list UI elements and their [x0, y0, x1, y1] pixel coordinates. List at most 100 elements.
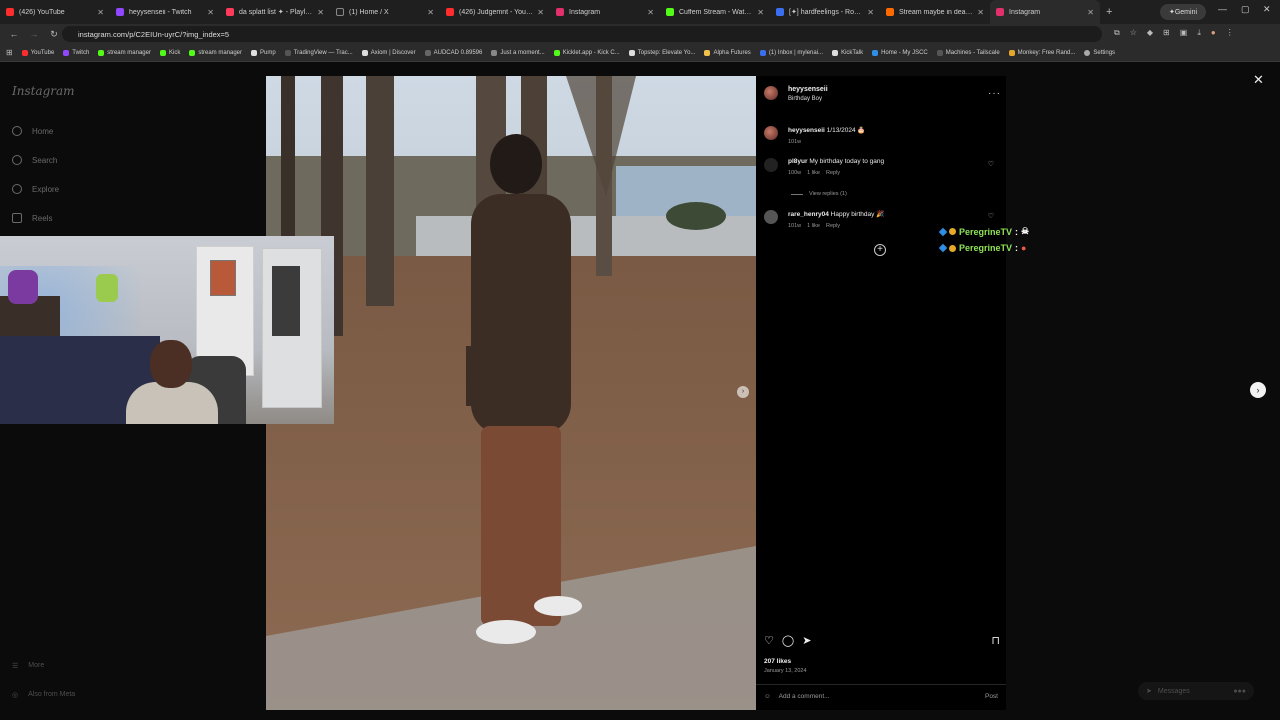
comment-likes[interactable]: 1 like — [807, 170, 820, 176]
heart-icon[interactable]: ♡ — [988, 212, 994, 220]
bookmark-label: KickTalk — [841, 49, 864, 56]
share-icon[interactable]: ➤ — [802, 634, 811, 647]
bookmark-item[interactable]: Pump — [251, 49, 276, 56]
comment-username[interactable]: rare_henry04 — [788, 211, 829, 218]
bookmark-star-icon[interactable]: ☆ — [1130, 28, 1137, 38]
bookmark-item[interactable]: YouTube — [21, 49, 54, 56]
bookmark-item[interactable]: Machines - Tailscale — [936, 49, 1000, 56]
load-more-comments-icon[interactable]: + — [874, 244, 886, 256]
sidebar-icon[interactable]: ▣ — [1180, 28, 1188, 38]
post-comment-button[interactable]: Post — [985, 693, 998, 700]
sidebar-item-home[interactable]: Home — [12, 126, 53, 136]
avatar[interactable] — [764, 86, 778, 100]
bookmark-label: stream manager — [198, 49, 243, 56]
close-tab-icon[interactable]: ✕ — [427, 8, 434, 17]
bookmark-item[interactable]: Kick — [159, 49, 180, 56]
likes-count[interactable]: 207 likes — [764, 658, 791, 665]
browser-tab[interactable]: heyysenseii - Twitch ✕ — [110, 0, 220, 24]
avatar[interactable] — [764, 210, 778, 224]
comment-likes[interactable]: 1 like — [807, 223, 820, 229]
forward-icon[interactable]: → — [28, 29, 40, 39]
post-username[interactable]: heyysenseii — [788, 86, 828, 93]
avatar[interactable] — [764, 126, 778, 140]
messages-button[interactable]: ➤ Messages ●●● — [1138, 682, 1254, 700]
close-modal-icon[interactable]: ✕ — [1253, 72, 1264, 88]
reload-icon[interactable]: ↻ — [48, 29, 60, 40]
bookmark-label: Settings — [1093, 49, 1116, 56]
close-tab-icon[interactable]: ✕ — [537, 8, 544, 17]
bookmark-item[interactable]: Monkey: Free Rand... — [1008, 49, 1075, 56]
bookmark-item[interactable]: stream manager — [98, 49, 151, 56]
close-tab-icon[interactable]: ✕ — [647, 8, 654, 17]
like-heart-icon[interactable]: ♡ — [764, 634, 774, 647]
minimize-icon[interactable]: — — [1218, 4, 1227, 14]
bookmark-item[interactable]: AUDCAD 0.89596 — [424, 49, 482, 56]
bookmark-item[interactable]: Topstep: Elevate Yo... — [628, 49, 695, 56]
bookmark-item[interactable]: Twitch — [63, 49, 89, 56]
browser-tab[interactable]: (426) YouTube ✕ — [0, 0, 110, 24]
gemini-button[interactable]: ✦ Gemini — [1160, 4, 1206, 20]
reply-button[interactable]: Reply — [826, 223, 840, 229]
post-location[interactable]: Birthday Boy — [788, 96, 828, 102]
install-icon[interactable]: ⧉ — [1114, 28, 1120, 38]
sidebar-item-explore[interactable]: Explore — [12, 184, 59, 194]
browser-tab[interactable]: Instagram ✕ — [550, 0, 660, 24]
extension-icon[interactable]: ◆ — [1147, 28, 1153, 38]
comment-input[interactable]: Add a comment... — [779, 693, 977, 700]
emoji-icon[interactable]: ☺ — [764, 693, 771, 700]
sidebar-item-also-from-meta[interactable]: ◎ Also from Meta — [12, 691, 75, 699]
bookmark-item[interactable]: (1) Inbox | mylenai... — [759, 49, 823, 56]
caption-username[interactable]: heyysenseii — [788, 127, 825, 134]
bookmark-item[interactable]: Kicklet.app - Kick C... — [553, 49, 620, 56]
address-toolbar: ← → ↻ instagram.com/p/C2EIUn-uyrC/?img_i… — [0, 24, 1280, 44]
view-replies-button[interactable]: View replies (1) — [791, 191, 847, 197]
browser-tab[interactable]: Cuffem Stream - Watch Live ✕ — [660, 0, 770, 24]
bookmark-item[interactable]: Home - My JSCC — [872, 49, 928, 56]
browser-menu-icon[interactable]: ⋮ — [1226, 28, 1234, 38]
sidebar-item-reels[interactable]: Reels — [12, 213, 52, 223]
new-tab-icon[interactable]: + — [1106, 6, 1112, 18]
instagram-logo[interactable]: Instagram — [12, 84, 75, 98]
reply-button[interactable]: Reply — [826, 170, 840, 176]
puzzle-icon[interactable]: ⊞ — [1163, 28, 1170, 38]
bookmark-item[interactable]: Settings — [1084, 49, 1116, 56]
url-field[interactable]: instagram.com/p/C2EIUn-uyrC/?img_index=5 — [62, 26, 1102, 42]
window-close-icon[interactable]: ✕ — [1263, 4, 1271, 15]
bookmark-favicon-icon — [424, 49, 431, 56]
bookmark-item[interactable]: Axiom | Discover — [361, 49, 416, 56]
profile-avatar-icon[interactable]: ● — [1211, 28, 1216, 38]
next-post-icon[interactable]: › — [1250, 382, 1266, 398]
heart-icon[interactable]: ♡ — [988, 160, 994, 168]
browser-tab-active[interactable]: Instagram ✕ — [990, 0, 1100, 24]
maximize-icon[interactable]: ▢ — [1241, 4, 1250, 15]
bookmark-item[interactable]: Alpha Futures — [704, 49, 751, 56]
bookmark-item[interactable]: stream manager — [189, 49, 243, 56]
browser-tab[interactable]: [✦] hardfeelings - Roblox ✕ — [770, 0, 880, 24]
save-bookmark-icon[interactable]: ⊓ — [991, 634, 1000, 647]
browser-tab[interactable]: Stream maybe in death by C... ✕ — [880, 0, 990, 24]
close-tab-icon[interactable]: ✕ — [977, 8, 984, 17]
bookmark-favicon-icon — [872, 49, 879, 56]
comment-username[interactable]: pl8yur — [788, 158, 808, 165]
avatar[interactable] — [764, 158, 778, 172]
close-tab-icon[interactable]: ✕ — [757, 8, 764, 17]
bookmark-item[interactable]: Just a moment... — [491, 49, 545, 56]
sidebar-item-more[interactable]: ☰ More — [12, 662, 44, 670]
close-tab-icon[interactable]: ✕ — [1087, 8, 1094, 17]
close-tab-icon[interactable]: ✕ — [867, 8, 874, 17]
comment-icon[interactable]: ◯ — [782, 634, 794, 647]
download-icon[interactable]: ⤓ — [1197, 28, 1201, 38]
more-options-icon[interactable]: ··· — [988, 88, 1001, 99]
close-tab-icon[interactable]: ✕ — [97, 8, 104, 17]
apps-grid-icon[interactable]: ⊞ — [6, 48, 13, 57]
close-tab-icon[interactable]: ✕ — [317, 8, 324, 17]
bookmark-item[interactable]: TradingView — Trac... — [284, 49, 353, 56]
bookmark-item[interactable]: KickTalk — [832, 49, 864, 56]
photo-next-icon[interactable]: › — [737, 386, 749, 398]
browser-tab[interactable]: da splatt list ✦ - Playlist - Apple Musi… — [220, 0, 330, 24]
sidebar-item-search[interactable]: Search — [12, 155, 57, 165]
close-tab-icon[interactable]: ✕ — [207, 8, 214, 17]
browser-tab[interactable]: (1) Home / X ✕ — [330, 0, 440, 24]
back-icon[interactable]: ← — [8, 29, 20, 39]
browser-tab[interactable]: (426) Judgemnt - YouTube✕ — [440, 0, 550, 24]
